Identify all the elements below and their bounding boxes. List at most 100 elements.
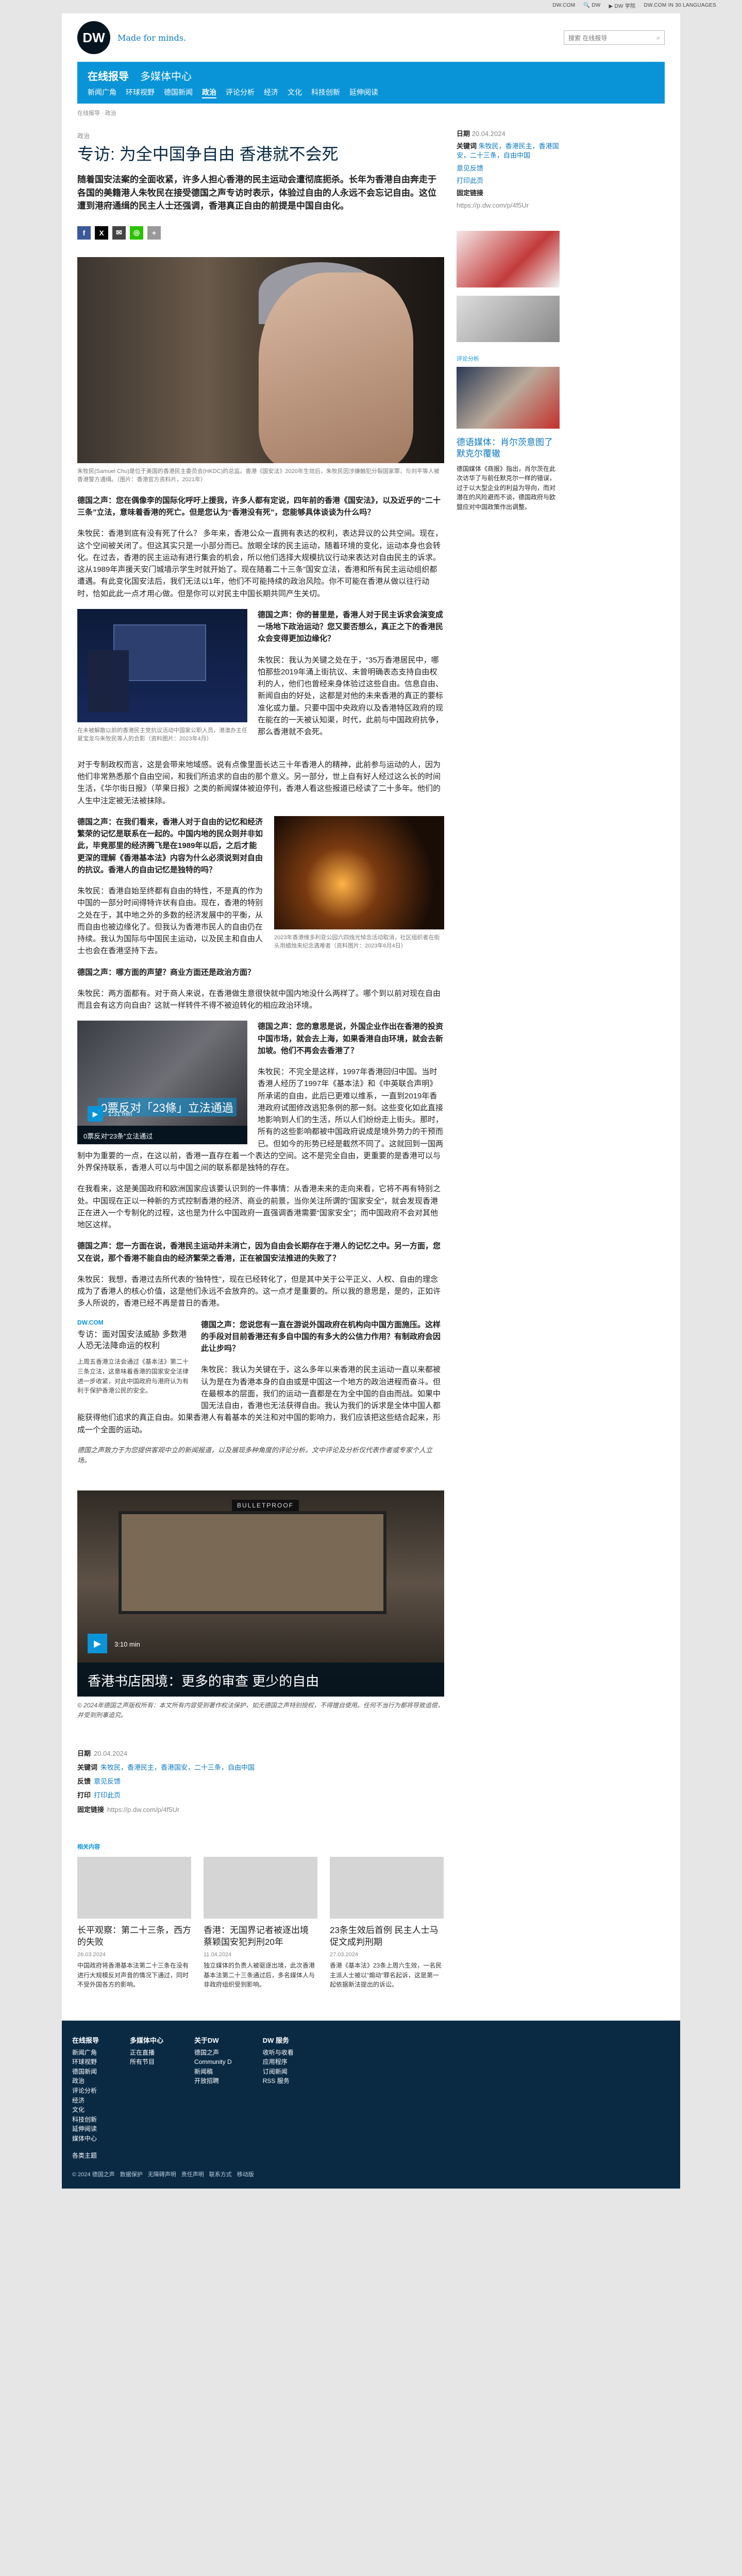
related-teaser-box[interactable]: DW.COM 专访：面对国安法威胁 多数港人恐无法降命运的权利 上周五香港立法会… [77,1319,191,1396]
footer-link[interactable]: 媒体中心 [72,2134,99,2144]
footer-legal-link[interactable]: 移动版 [237,2170,254,2178]
footer-link[interactable]: 评论分析 [72,2086,99,2096]
copyright-note: © 2024年德国之声版权所有：本文所有内容受到著作权法保护，如无德国之声特别授… [77,1702,444,1719]
footer-link[interactable]: 应用程序 [263,2057,294,2067]
nav-item[interactable]: 评论分析 [226,87,255,98]
bookshop-shape [119,1511,386,1615]
footer-link[interactable]: 德国新闻 [72,2067,99,2077]
related-card[interactable]: 23条生效后首例 民主人士马促文成判刑期 27.03.2024 香港《基本法》2… [330,1857,444,1990]
ad-thumb-1[interactable] [457,231,560,288]
search-input[interactable]: 搜索 在线报导 ⌕ [564,30,665,45]
related-heading: 相关内容 [77,1844,100,1851]
footer-topics[interactable]: 各类主题 [72,2151,670,2160]
feedback-link[interactable]: 意见反馈 [94,1777,121,1785]
ad-thumb-2[interactable] [457,296,560,343]
related-image[interactable] [204,1857,317,1919]
facebook-icon[interactable]: f [77,226,91,240]
footer-legal-link[interactable]: 联系方式 [209,2170,232,2178]
footer-link[interactable]: 经济 [72,2096,99,2106]
related-title[interactable]: 长平观察：第二十三条，西方的失败 [77,1925,191,1948]
top-link-1[interactable]: DW.COM [552,3,575,8]
footer-link[interactable]: 开放招聘 [194,2076,232,2086]
top-link-3[interactable]: ▶ DW 学院 [609,2,635,9]
footer-link[interactable]: 文化 [72,2105,99,2115]
play-icon[interactable]: ▶ [88,1106,103,1122]
related-card[interactable]: 香港：无国界记者被逐出境 蔡颖国安犯判刑20年 11.04.2024 独立媒体的… [204,1857,317,1990]
video-duration: 3:10 min [114,1640,140,1649]
hero-image [77,257,444,463]
related-image[interactable] [330,1857,444,1919]
related-title[interactable]: 23条生效后首例 民主人士马促文成判刑期 [330,1925,444,1948]
related-image[interactable] [77,1857,191,1919]
nav-item[interactable]: 文化 [288,87,302,98]
nav-item-active[interactable]: 政治 [202,87,216,98]
more-share-icon[interactable]: + [147,226,161,240]
nav-item[interactable]: 新闻广角 [88,87,116,98]
answer: 朱牧民：香港到底有没有死了什么？ 多年来，香港公众一直拥有表达的权利，表达异议的… [77,529,443,598]
nav-item[interactable]: 经济 [264,87,278,98]
footer-link[interactable]: 环球视野 [72,2057,99,2067]
footer-copyright: © 2024 德国之声 [72,2171,115,2178]
permalink[interactable]: https://p.dw.com/p/4f5Ur [107,1806,179,1814]
wechat-icon[interactable]: ◎ [130,226,143,240]
answer: 朱牧民：我想，香港过去所代表的“独特性”，现在已经转化了，但是其中关于公平正义、… [77,1275,441,1308]
media-center-link[interactable]: 多媒体中心 [140,68,192,83]
side-teaser[interactable]: 德语媒体：肖尔茨意图了默克尔覆辙 德国媒体《商报》指出，肖尔茨在此次访华了与前任… [457,367,560,512]
side-date: 20.04.2024 [471,130,505,138]
section-title[interactable]: 在线报导 [88,68,129,83]
footer-col-heading[interactable]: 在线报导 [72,2035,99,2045]
related-card[interactable]: 长平观察：第二十三条，西方的失败 26.03.2024 中国政府将香港基本法第二… [77,1857,191,1990]
side-feedback[interactable]: 意见反馈 [457,164,560,173]
footer-link[interactable]: 收听与收看 [263,2048,294,2058]
answer: 朱牧民：两方面都有。对于商人来说，在香港做生意很快就中国内地没什么两样了。哪个到… [77,989,441,1010]
search-icon[interactable]: ⌕ [656,34,660,42]
teaser-title[interactable]: 专访：面对国安法威胁 多数港人恐无法降命运的权利 [77,1329,191,1352]
side-kw-label: 关键词 [457,142,477,150]
nav-item[interactable]: 德国新闻 [164,87,193,98]
footer-link[interactable]: 延伸阅读 [72,2124,99,2134]
footer-link[interactable]: Community D [194,2057,232,2067]
side-print[interactable]: 打印此页 [457,176,560,185]
related-title[interactable]: 香港：无国界记者被逐出境 蔡颖国安犯判刑20年 [204,1925,317,1948]
footer-link[interactable]: RSS 服务 [263,2076,294,2086]
footer-col-heading[interactable]: 多媒体中心 [130,2035,163,2045]
footer-link[interactable]: 政治 [72,2076,99,2086]
footer-bottom: © 2024 德国之声 数据保护 无障碍声明 责任声明 联系方式 移动版 [72,2170,670,2178]
footer-link[interactable]: 新闻广角 [72,2048,99,2058]
footer-link[interactable]: 正在直播 [130,2048,163,2058]
footer-link[interactable]: 所有节目 [130,2057,163,2067]
related-date: 11.04.2024 [204,1951,232,1958]
video-player-1[interactable]: 0票反对「23條」立法通過 ▶ 1:31 min 0票反对“23条”立法通过 [77,1021,247,1145]
top-link-2[interactable]: 🔍 DW [583,3,600,8]
nav-item[interactable]: 科技创新 [311,87,340,98]
footer-col: 关于DW 德国之声 Community D 新闻稿 开放招聘 [194,2035,232,2144]
top-link-4[interactable]: DW.COM IN 30 LANGUAGES [644,3,716,8]
site-header: DW Made for minds. 搜索 在线报导 ⌕ [77,13,665,62]
teaser-image[interactable] [457,367,560,429]
footer-col-heading[interactable]: DW 服务 [263,2035,294,2045]
side-teaser-title[interactable]: 德语媒体：肖尔茨意图了默克尔覆辙 [457,437,560,460]
footer-link[interactable]: 德国之声 [194,2048,232,2058]
footer-link[interactable]: 订阅新闻 [263,2067,294,2077]
nav-item[interactable]: 环球视野 [126,87,155,98]
footer-link[interactable]: 科技创新 [72,2115,99,2125]
footer-legal-link[interactable]: 数据保护 [120,2170,143,2178]
print-link[interactable]: 打印此页 [94,1791,121,1799]
conference-image [77,608,247,722]
side-permalink[interactable]: https://p.dw.com/p/4f5Ur [457,201,560,210]
teaser-desc: 上周五香港立法会通过《基本法》第二十三条立法，这意味着香港的国家安全法律进一步收… [77,1358,189,1395]
footer-legal-link[interactable]: 责任声明 [181,2170,204,2178]
x-icon[interactable]: X [95,226,108,240]
nav-item[interactable]: 延伸阅读 [349,87,378,98]
footer-link[interactable]: 新闻稿 [194,2067,232,2077]
footer-col-heading[interactable]: 关于DW [194,2035,232,2045]
breadcrumb: 在线报导 · 政治 [77,110,116,116]
footer-legal-link[interactable]: 无障碍声明 [148,2170,176,2178]
dw-logo-mark[interactable]: DW [77,21,110,54]
video-player-2[interactable]: BULLETPROOF ▶ 3:10 min 香港书店困境：更多的审查 更少的自… [77,1490,444,1697]
play-icon[interactable]: ▶ [88,1634,107,1654]
mail-icon[interactable]: ✉ [112,226,126,240]
related-desc: 中国政府将香港基本法第二十三条在没有进行大规模反对声音的情况下通过，同时不受外国… [77,1961,189,1989]
meta-keywords[interactable]: 朱牧民，香港民主，香港国安，二十三条，自由中国 [100,1764,255,1771]
logo[interactable]: DW Made for minds. [77,21,186,54]
